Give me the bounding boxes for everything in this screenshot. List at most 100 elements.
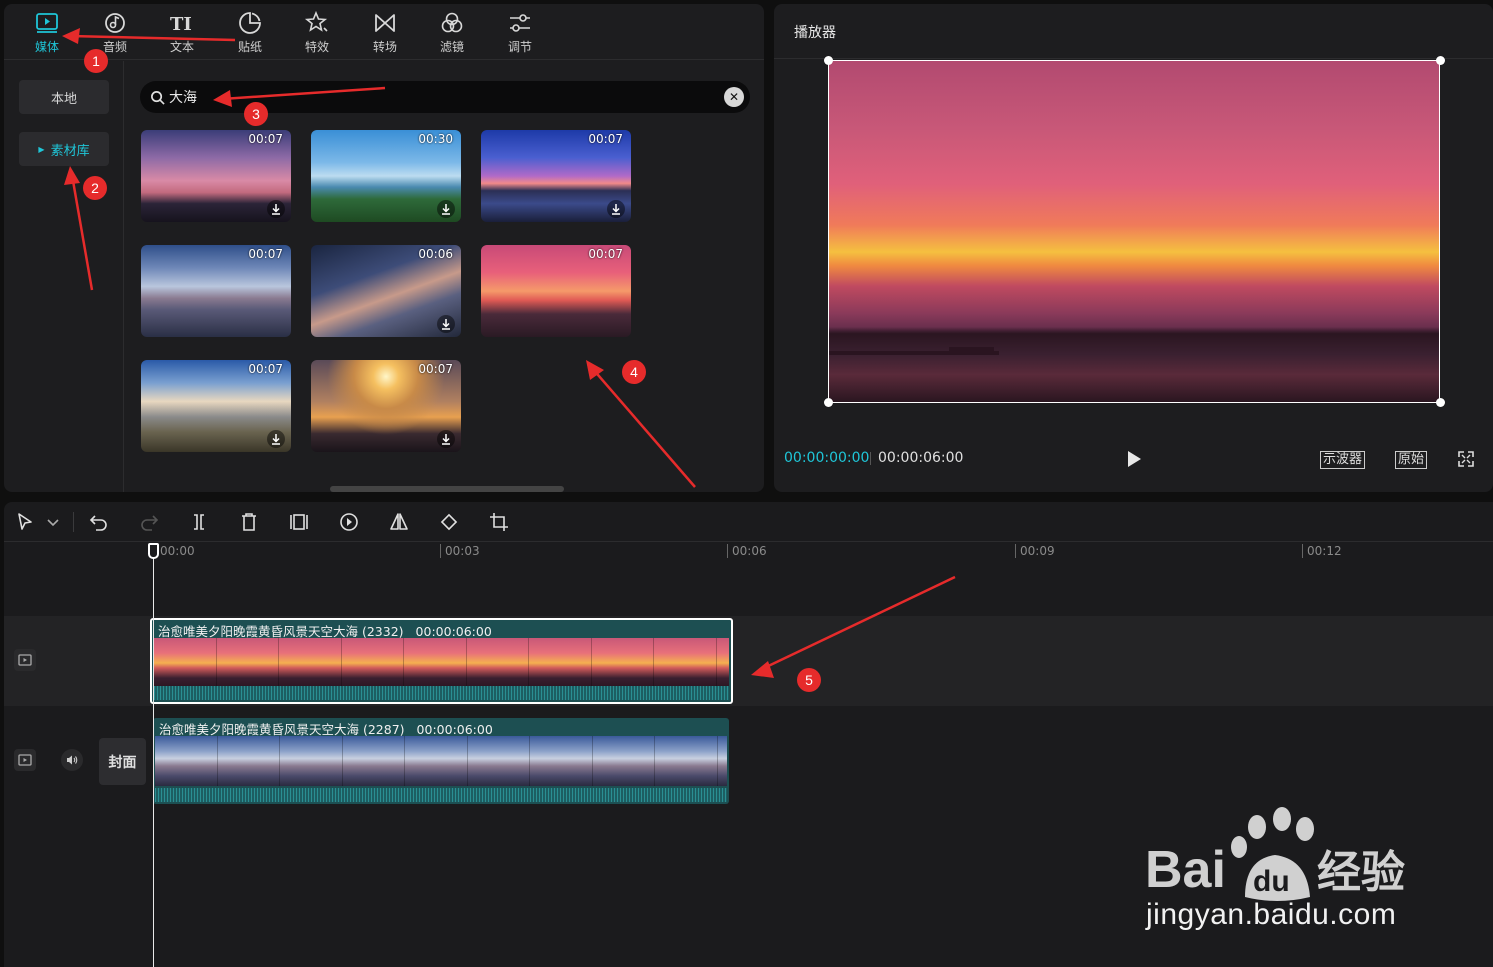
thumbnail-duration: 00:07 [418, 362, 453, 376]
playhead-handle[interactable] [148, 543, 159, 559]
freeze-frame-button[interactable] [288, 511, 310, 533]
media-thumbnail[interactable]: 00:07 [141, 245, 291, 337]
media-thumbnail[interactable]: 00:07 [311, 360, 461, 452]
thumbnail-duration: 00:07 [248, 362, 283, 376]
select-mode-dropdown[interactable] [42, 511, 59, 533]
cover-button[interactable]: 封面 [99, 738, 146, 785]
ruler-label: 00:00 [160, 544, 195, 558]
tab-transition[interactable]: 转场 [355, 8, 415, 60]
audio-waveform [155, 788, 727, 802]
step-badge-3: 3 [244, 102, 268, 126]
step-badge-5: 5 [797, 668, 821, 692]
clip-frames [154, 638, 729, 688]
filter-icon [441, 12, 463, 33]
close-icon: ✕ [728, 90, 740, 104]
clip-frame [280, 736, 343, 786]
divider [870, 452, 871, 465]
media-thumbnail[interactable]: 00:30 [311, 130, 461, 222]
original-ratio-button[interactable]: 原始 [1395, 451, 1428, 469]
video-preview[interactable] [828, 60, 1440, 403]
tab-sticker[interactable]: 贴纸 [220, 8, 280, 60]
svg-text:TI: TI [170, 14, 192, 35]
delete-button[interactable] [238, 511, 260, 533]
tab-effects[interactable]: 特效 [287, 8, 347, 60]
scope-button[interactable]: 示波器 [1320, 451, 1366, 469]
divider [73, 512, 74, 532]
redo-button[interactable] [138, 511, 160, 533]
resize-handle[interactable] [1436, 398, 1445, 407]
media-thumbnail[interactable]: 00:07 [141, 360, 291, 452]
tab-text[interactable]: TI 文本 [152, 8, 212, 60]
ruler-label: 00:12 [1307, 544, 1342, 558]
clip-frame [466, 638, 529, 688]
tab-bar: 媒体 音频 TI 文本 贴纸 特效 转场 滤镜 调节 [4, 4, 764, 60]
tab-label: 音频 [102, 40, 127, 54]
clip-frame [717, 736, 727, 786]
ruler-tick [440, 544, 441, 558]
undo-button[interactable] [88, 511, 110, 533]
clip-frame [529, 638, 592, 688]
watermark-brand: Bai [1145, 841, 1226, 899]
ruler-tick [1302, 544, 1303, 558]
download-button[interactable] [267, 200, 285, 218]
select-tool-button[interactable] [14, 511, 36, 533]
pier-silhouette-icon [829, 347, 999, 355]
transition-icon [375, 14, 395, 32]
sidebar-item-local[interactable]: 本地 [19, 80, 109, 114]
crop-button[interactable] [488, 511, 510, 533]
split-button[interactable] [188, 511, 210, 533]
trash-icon [242, 513, 256, 531]
tab-filter[interactable]: 滤镜 [422, 8, 482, 60]
media-thumbnail[interactable]: 00:07 [481, 130, 631, 222]
chevron-down-icon [47, 519, 59, 527]
step-badge-4: 4 [622, 360, 646, 384]
redo-icon [141, 515, 159, 531]
caret-right-icon: ▶ [38, 144, 45, 154]
resize-handle[interactable] [1436, 56, 1445, 65]
sidebar-item-library[interactable]: ▶ 素材库 [19, 132, 109, 166]
mirror-button[interactable] [388, 511, 410, 533]
video-clip-selected[interactable]: 治愈唯美夕阳晚霞黄昏风景天空大海 (2332) 00:00:06:00 [150, 618, 733, 704]
track-type-button[interactable] [14, 749, 36, 771]
download-button[interactable] [267, 430, 285, 448]
download-button[interactable] [607, 200, 625, 218]
download-button[interactable] [437, 200, 455, 218]
clip-frame [216, 638, 279, 688]
tab-label: 滤镜 [439, 40, 464, 54]
cursor-icon [18, 513, 32, 530]
media-thumbnail[interactable]: 00:07 [141, 130, 291, 222]
clear-search-button[interactable]: ✕ [724, 87, 744, 107]
track-type-button[interactable] [14, 649, 36, 671]
tab-media[interactable]: 媒体 [17, 8, 77, 60]
media-thumbnail[interactable]: 00:07 [481, 245, 631, 337]
ruler-label: 00:09 [1020, 544, 1055, 558]
split-icon [194, 514, 204, 530]
media-thumbnail[interactable]: 00:06 [311, 245, 461, 337]
tab-adjust[interactable]: 调节 [490, 8, 550, 60]
video-clip[interactable]: 治愈唯美夕阳晚霞黄昏风景天空大海 (2287) 00:00:06:00 [153, 718, 729, 804]
download-icon [442, 319, 450, 330]
download-icon [442, 204, 450, 215]
download-button[interactable] [437, 430, 455, 448]
clip-frame [279, 638, 342, 688]
fullscreen-icon[interactable] [1458, 451, 1474, 467]
resize-handle[interactable] [824, 398, 833, 407]
rotate-icon [440, 513, 458, 531]
tab-label: 调节 [507, 40, 532, 54]
reverse-button[interactable] [338, 511, 360, 533]
media-scrollbar[interactable] [330, 486, 564, 492]
clip-name: 治愈唯美夕阳晚霞黄昏风景天空大海 (2287) [159, 722, 405, 737]
step-badge-2: 2 [83, 176, 107, 200]
download-button[interactable] [437, 315, 455, 333]
resize-handle[interactable] [824, 56, 833, 65]
video-track-icon [18, 754, 32, 766]
clip-frame [591, 638, 654, 688]
playhead[interactable] [153, 550, 154, 967]
clip-frame [405, 736, 468, 786]
clip-frame [154, 638, 217, 688]
rotate-button[interactable] [438, 511, 460, 533]
download-icon [272, 204, 280, 215]
play-icon[interactable] [1126, 450, 1142, 468]
mute-track-button[interactable] [61, 749, 83, 771]
sidebar-item-label: 素材库 [50, 143, 90, 159]
